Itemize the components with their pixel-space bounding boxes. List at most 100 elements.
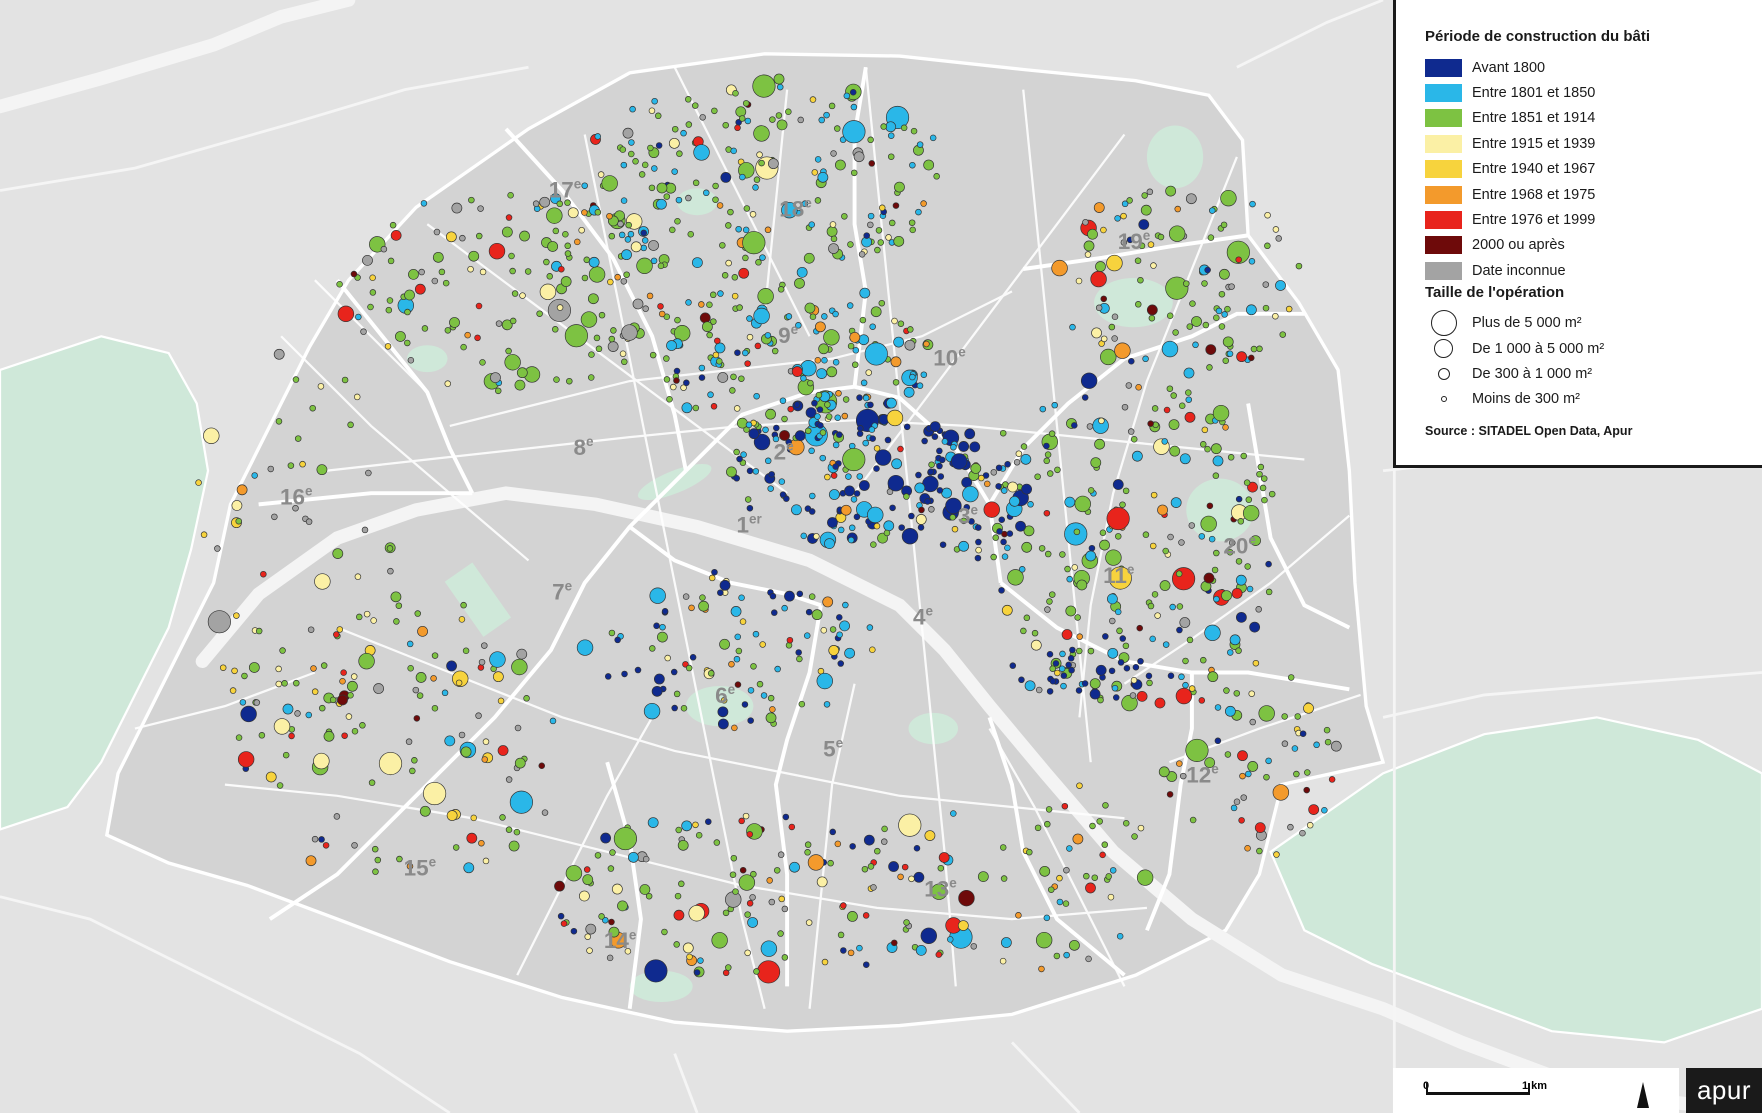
construction-point[interactable]: [1279, 331, 1287, 338]
construction-point[interactable]: [1262, 281, 1270, 288]
construction-point[interactable]: [588, 266, 606, 283]
construction-point[interactable]: [1054, 466, 1061, 474]
construction-point[interactable]: [1136, 691, 1148, 702]
construction-point[interactable]: [887, 132, 895, 139]
construction-point[interactable]: [843, 92, 851, 100]
construction-point[interactable]: [1198, 697, 1206, 704]
construction-point[interactable]: [337, 305, 355, 323]
construction-point[interactable]: [903, 423, 911, 431]
construction-point[interactable]: [1233, 798, 1241, 805]
construction-point[interactable]: [516, 367, 528, 379]
construction-point[interactable]: [856, 430, 864, 437]
construction-point[interactable]: [675, 196, 683, 204]
construction-point[interactable]: [1043, 509, 1051, 517]
construction-point[interactable]: [468, 250, 480, 262]
construction-point[interactable]: [606, 954, 614, 962]
construction-point[interactable]: [764, 332, 772, 339]
construction-point[interactable]: [351, 842, 358, 849]
construction-point[interactable]: [673, 367, 681, 375]
construction-point[interactable]: [1226, 350, 1234, 357]
construction-point[interactable]: [370, 617, 377, 624]
construction-point[interactable]: [1142, 355, 1149, 363]
construction-point[interactable]: [551, 326, 559, 333]
construction-point[interactable]: [1137, 276, 1144, 284]
construction-point[interactable]: [1122, 820, 1130, 827]
construction-point[interactable]: [1222, 357, 1230, 364]
construction-point[interactable]: [1275, 280, 1286, 291]
construction-point[interactable]: [1085, 955, 1092, 963]
construction-point[interactable]: [671, 125, 679, 133]
construction-point[interactable]: [1184, 411, 1196, 423]
construction-point[interactable]: [880, 123, 887, 130]
construction-point[interactable]: [913, 845, 921, 852]
construction-point[interactable]: [1147, 602, 1155, 610]
construction-point[interactable]: [862, 394, 870, 402]
construction-point[interactable]: [915, 208, 922, 216]
construction-point[interactable]: [479, 268, 487, 276]
construction-point[interactable]: [1237, 518, 1245, 525]
construction-point[interactable]: [657, 262, 665, 270]
construction-point[interactable]: [1099, 529, 1107, 536]
construction-point[interactable]: [796, 266, 808, 278]
construction-point[interactable]: [863, 232, 870, 239]
construction-point[interactable]: [1061, 802, 1069, 810]
construction-point[interactable]: [745, 421, 753, 429]
construction-point[interactable]: [482, 738, 490, 745]
construction-point[interactable]: [1081, 394, 1089, 401]
construction-point[interactable]: [663, 376, 671, 383]
construction-point[interactable]: [671, 704, 678, 712]
construction-point[interactable]: [681, 820, 693, 832]
construction-point[interactable]: [627, 230, 635, 238]
construction-point[interactable]: [1080, 372, 1098, 389]
construction-point[interactable]: [1239, 772, 1246, 780]
construction-point[interactable]: [834, 414, 841, 421]
construction-point[interactable]: [611, 883, 623, 895]
construction-point[interactable]: [574, 238, 581, 246]
construction-point[interactable]: [460, 343, 467, 351]
construction-point[interactable]: [1214, 704, 1222, 711]
construction-point[interactable]: [834, 840, 842, 848]
construction-point[interactable]: [1151, 591, 1159, 598]
construction-point[interactable]: [950, 453, 968, 470]
construction-point[interactable]: [705, 818, 712, 825]
construction-point[interactable]: [1154, 697, 1166, 709]
construction-point[interactable]: [735, 647, 743, 655]
construction-point[interactable]: [1021, 483, 1033, 495]
construction-point[interactable]: [1119, 635, 1127, 642]
construction-point[interactable]: [1222, 336, 1234, 348]
construction-point[interactable]: [725, 222, 732, 229]
construction-point[interactable]: [1208, 535, 1216, 543]
construction-point[interactable]: [958, 889, 975, 907]
construction-point[interactable]: [640, 244, 648, 252]
construction-point[interactable]: [359, 722, 366, 729]
construction-point[interactable]: [850, 103, 858, 111]
construction-point[interactable]: [794, 277, 805, 289]
construction-point[interactable]: [317, 383, 325, 390]
construction-point[interactable]: [847, 536, 855, 544]
construction-point[interactable]: [464, 331, 471, 339]
construction-point[interactable]: [903, 386, 915, 398]
construction-point[interactable]: [446, 660, 457, 672]
construction-point[interactable]: [648, 184, 656, 192]
construction-point[interactable]: [1140, 204, 1152, 216]
construction-point[interactable]: [1128, 357, 1135, 365]
construction-point[interactable]: [488, 242, 506, 260]
construction-point[interactable]: [1321, 807, 1328, 814]
construction-point[interactable]: [1176, 626, 1183, 634]
construction-point[interactable]: [781, 604, 788, 612]
construction-point[interactable]: [384, 343, 392, 350]
construction-point[interactable]: [1203, 572, 1215, 584]
construction-point[interactable]: [999, 957, 1007, 965]
construction-point[interactable]: [1038, 545, 1046, 552]
construction-point[interactable]: [414, 610, 421, 617]
construction-point[interactable]: [691, 257, 703, 268]
construction-point[interactable]: [1221, 590, 1232, 601]
construction-point[interactable]: [538, 762, 546, 770]
construction-point[interactable]: [909, 161, 916, 169]
construction-point[interactable]: [1066, 575, 1073, 583]
construction-point[interactable]: [1161, 438, 1168, 445]
construction-point[interactable]: [547, 241, 559, 252]
construction-point[interactable]: [1272, 226, 1280, 233]
construction-point[interactable]: [744, 949, 751, 957]
construction-point[interactable]: [650, 257, 658, 265]
